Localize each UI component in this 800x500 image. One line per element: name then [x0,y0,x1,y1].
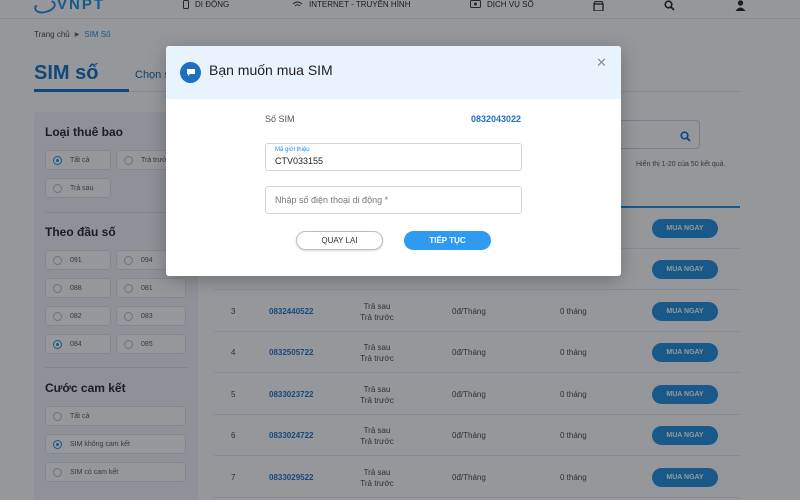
close-icon[interactable]: ✕ [596,55,607,71]
buy-sim-dialog: Bạn muốn mua SIM ✕ Số SIM 0832043022 Mã … [166,46,621,276]
sim-number-value: 0832043022 [471,114,522,124]
phone-number-input[interactable] [266,187,521,213]
phone-number-field[interactable] [265,186,522,214]
dialog-header: Bạn muốn mua SIM ✕ [166,46,621,99]
back-button[interactable]: QUAY LẠI [296,231,383,250]
chat-bubble-icon [180,62,201,83]
referral-code-field[interactable]: Mã giới thiệu CTV033155 [265,143,522,171]
referral-code-label: Mã giới thiệu [275,147,310,153]
dialog-title: Bạn muốn mua SIM [209,62,333,78]
sim-number-label: Số SIM [265,114,295,124]
continue-button[interactable]: TIẾP TỤC [404,231,491,250]
referral-code-value: CTV033155 [275,156,324,166]
